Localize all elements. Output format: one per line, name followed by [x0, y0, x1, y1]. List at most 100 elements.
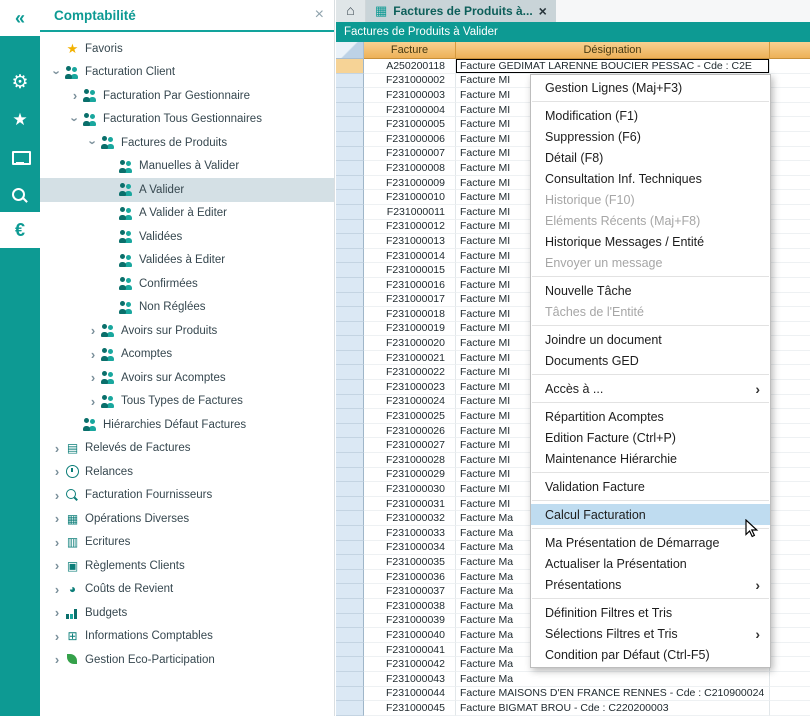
invoice-number-cell[interactable]: F231000017 — [364, 293, 456, 308]
context-menu-item[interactable] — [532, 402, 769, 403]
context-menu-item[interactable] — [532, 598, 769, 599]
row-selector-cell[interactable] — [336, 584, 364, 599]
context-menu-item[interactable]: Tâches de l'Entité — [531, 301, 770, 322]
tree-item[interactable]: Non Réglées — [40, 296, 334, 320]
column-header-designation[interactable]: Désignation — [456, 42, 770, 59]
context-menu-item[interactable]: Actualiser la Présentation — [531, 553, 770, 574]
invoice-number-cell[interactable]: F231000026 — [364, 424, 456, 439]
tree-item[interactable]: Validées à Editer — [40, 249, 334, 273]
row-selector-cell[interactable] — [336, 161, 364, 176]
chevron-icon[interactable] — [50, 535, 64, 550]
invoice-number-cell[interactable]: F231000030 — [364, 482, 456, 497]
context-menu-item[interactable] — [532, 325, 769, 326]
chevron-icon[interactable] — [86, 394, 100, 409]
context-menu-item[interactable]: Détail (F8) — [531, 147, 770, 168]
tree-item[interactable]: Opérations Diverses — [40, 507, 334, 531]
chevron-icon[interactable] — [50, 511, 64, 526]
table-row[interactable]: F231000045 Facture BIGMAT BROU - Cde : C… — [336, 701, 810, 716]
tree-item[interactable]: Favoris — [40, 37, 334, 61]
context-menu-item[interactable]: Consultation Inf. Techniques — [531, 168, 770, 189]
chevron-icon[interactable] — [86, 136, 101, 150]
row-selector-cell[interactable] — [336, 365, 364, 380]
row-selector-cell[interactable] — [336, 672, 364, 687]
context-menu-item[interactable]: Accès à ... — [531, 378, 770, 399]
tree-item[interactable]: Acomptes — [40, 343, 334, 367]
context-menu-item[interactable] — [532, 374, 769, 375]
invoice-number-cell[interactable]: F231000044 — [364, 687, 456, 702]
settings-rail-button[interactable] — [0, 70, 40, 94]
invoice-number-cell[interactable]: F231000039 — [364, 614, 456, 629]
context-menu-item[interactable]: Suppression (F6) — [531, 126, 770, 147]
invoice-number-cell[interactable]: F231000015 — [364, 263, 456, 278]
tree-item[interactable]: Validées — [40, 225, 334, 249]
context-menu-item[interactable]: Présentations — [531, 574, 770, 595]
chevron-icon[interactable] — [50, 605, 64, 620]
row-selector-cell[interactable] — [336, 657, 364, 672]
collapse-panel-button[interactable] — [0, 0, 40, 36]
tree-item[interactable]: Gestion Eco-Participation — [40, 648, 334, 672]
row-selector-cell[interactable] — [336, 599, 364, 614]
row-selector-cell[interactable] — [336, 497, 364, 512]
row-selector-cell[interactable] — [336, 555, 364, 570]
invoice-number-cell[interactable]: F231000008 — [364, 161, 456, 176]
row-selector-cell[interactable] — [336, 220, 364, 235]
invoice-number-cell[interactable]: F231000042 — [364, 657, 456, 672]
invoice-number-cell[interactable]: F231000032 — [364, 511, 456, 526]
row-selector-cell[interactable] — [336, 278, 364, 293]
invoice-number-cell[interactable]: F231000022 — [364, 365, 456, 380]
tree-item[interactable]: Facturation Tous Gestionnaires — [40, 108, 334, 132]
row-selector-cell[interactable] — [336, 147, 364, 162]
designation-cell[interactable]: Facture MAISONS D'EN FRANCE RENNES - Cde… — [456, 687, 770, 702]
context-menu-item[interactable]: Historique (F10) — [531, 189, 770, 210]
row-selector-cell[interactable] — [336, 424, 364, 439]
invoice-number-cell[interactable]: F231000018 — [364, 307, 456, 322]
invoice-number-cell[interactable]: F231000009 — [364, 176, 456, 191]
chevron-icon[interactable] — [50, 464, 64, 479]
table-row[interactable]: A250200118 Facture GEDIMAT LARENNE BOUCI… — [336, 59, 810, 74]
chevron-icon[interactable] — [68, 88, 82, 103]
invoice-number-cell[interactable]: F231000007 — [364, 147, 456, 162]
tree-item[interactable]: A Valider — [40, 178, 334, 202]
chevron-icon[interactable] — [68, 112, 83, 126]
row-selector-cell[interactable] — [336, 687, 364, 702]
invoice-number-cell[interactable]: F231000012 — [364, 220, 456, 235]
row-selector-cell[interactable] — [336, 643, 364, 658]
invoice-number-cell[interactable]: F231000004 — [364, 103, 456, 118]
row-selector-cell[interactable] — [336, 701, 364, 716]
context-menu-item[interactable]: Nouvelle Tâche — [531, 280, 770, 301]
row-selector-cell[interactable] — [336, 482, 364, 497]
invoice-number-cell[interactable]: F231000037 — [364, 584, 456, 599]
tree-item[interactable]: Facturation Fournisseurs — [40, 484, 334, 508]
context-menu-item[interactable]: Validation Facture — [531, 476, 770, 497]
context-menu-item[interactable]: Edition Facture (Ctrl+P) — [531, 427, 770, 448]
row-selector-cell[interactable] — [336, 234, 364, 249]
row-selector-cell[interactable] — [336, 351, 364, 366]
invoice-number-cell[interactable]: F231000002 — [364, 74, 456, 89]
context-menu-item[interactable]: Joindre un document — [531, 329, 770, 350]
invoice-number-cell[interactable]: F231000043 — [364, 672, 456, 687]
invoice-number-cell[interactable]: F231000038 — [364, 599, 456, 614]
row-selector-cell[interactable] — [336, 293, 364, 308]
invoice-number-cell[interactable]: F231000036 — [364, 570, 456, 585]
row-selector-cell[interactable] — [336, 614, 364, 629]
row-selector-cell[interactable] — [336, 511, 364, 526]
row-selector-cell[interactable] — [336, 132, 364, 147]
chevron-icon[interactable] — [50, 488, 64, 503]
close-tab-icon[interactable] — [539, 3, 547, 19]
designation-cell[interactable]: Facture Ma — [456, 672, 770, 687]
row-selector-cell[interactable] — [336, 395, 364, 410]
row-selector-cell[interactable] — [336, 409, 364, 424]
context-menu-item[interactable]: Modification (F1) — [531, 105, 770, 126]
chevron-icon[interactable] — [86, 323, 100, 338]
context-menu-item[interactable]: Gestion Lignes (Maj+F3) — [531, 77, 770, 98]
tree-item[interactable]: Relances — [40, 460, 334, 484]
row-selector-cell[interactable] — [336, 205, 364, 220]
active-tab[interactable]: Factures de Produits à... — [366, 0, 556, 22]
invoice-number-cell[interactable]: F231000024 — [364, 395, 456, 410]
context-menu-item[interactable]: Envoyer un message — [531, 252, 770, 273]
invoice-number-cell[interactable]: F231000028 — [364, 453, 456, 468]
context-menu-item[interactable]: Eléments Récents (Maj+F8) — [531, 210, 770, 231]
column-header-facture[interactable]: Facture — [364, 42, 456, 59]
invoice-number-cell[interactable]: F231000011 — [364, 205, 456, 220]
favorites-rail-button[interactable] — [0, 108, 40, 132]
